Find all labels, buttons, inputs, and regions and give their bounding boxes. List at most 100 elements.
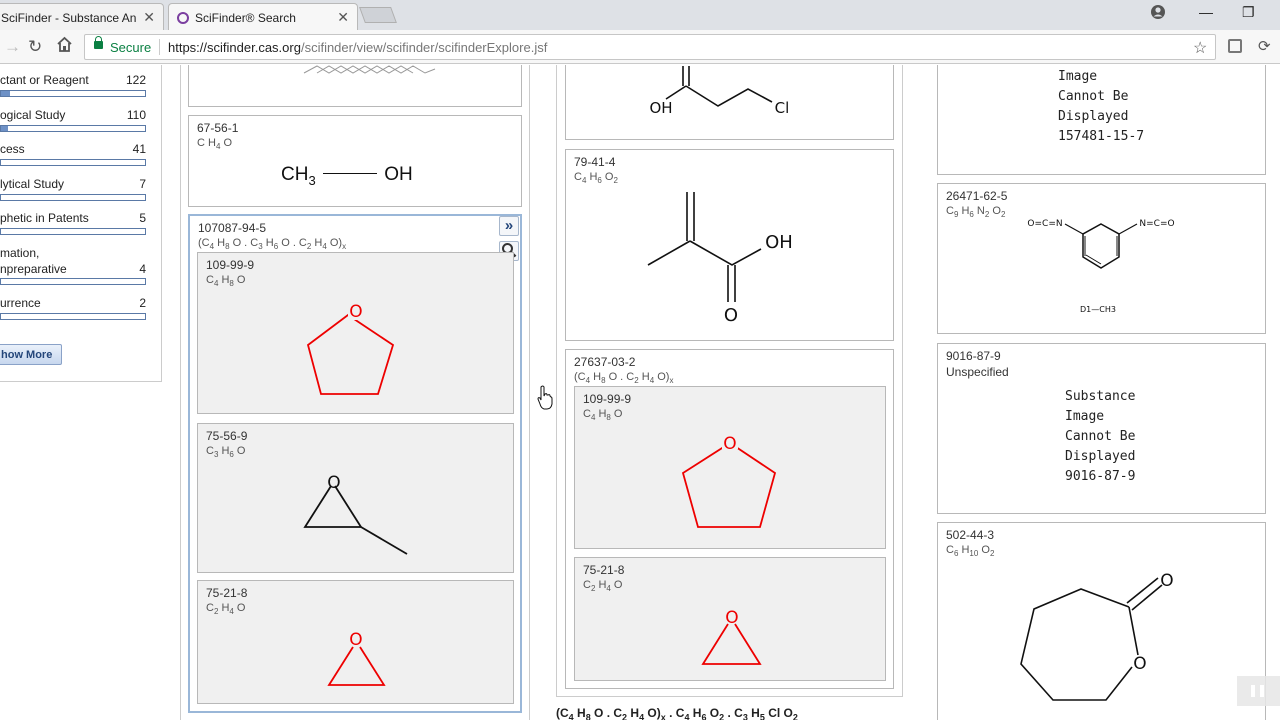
ethylene-oxide-structure: O: [327, 630, 386, 686]
composition-formula: (C4 H8 O . C2 H4 O)x . C4 H6 O2 . C3 H5 …: [556, 706, 798, 720]
atom-label: D1—CH3: [1080, 305, 1116, 314]
atom-label: OH: [649, 99, 672, 117]
facet-bar: [0, 159, 146, 166]
facet-count: 2: [139, 296, 146, 310]
facet-bar: [0, 194, 146, 201]
substance-card[interactable]: [188, 65, 522, 107]
atom-label: O: [1160, 571, 1173, 591]
facet-count: 41: [132, 142, 146, 156]
ethylene-oxide-structure: O: [701, 608, 762, 665]
url-host: https://scifinder.cas.org: [168, 40, 301, 55]
propylene-oxide-structure: O: [303, 473, 408, 555]
cas-number[interactable]: 9016-87-9: [946, 349, 1001, 363]
chloropropanoic-acid-structure: OH Cl: [649, 66, 790, 117]
tab-scifinder-search[interactable]: SciFinder® Search ✕: [168, 3, 358, 30]
substance-card-methacrylic-acid[interactable]: 79-41-4 C4 H6 O2 OH O: [565, 149, 894, 341]
close-tab-icon[interactable]: ✕: [143, 9, 155, 26]
home-icon[interactable]: [56, 36, 73, 58]
facet-item[interactable]: urrence 2: [0, 296, 148, 326]
tab-scifinder-substance[interactable]: SciFinder - Substance An ✕: [0, 3, 164, 30]
atom-label: O: [724, 305, 738, 326]
address-bar[interactable]: Secure https://scifinder.cas.org/scifind…: [84, 34, 1216, 60]
atom-label: OH: [765, 232, 793, 253]
facet-bar: [0, 278, 146, 285]
facet-label: ogical Study: [0, 108, 66, 122]
thf-structure: O: [681, 431, 777, 528]
facet-count: 4: [139, 262, 146, 276]
atom-label: N=C=O: [1139, 219, 1174, 229]
molecular-formula: (C4 H8 O . C2 H4 O)x: [574, 371, 674, 386]
facet-bar: [0, 228, 146, 235]
caprolactone-structure: O O: [1020, 571, 1174, 701]
extension-icon[interactable]: [1228, 39, 1242, 53]
bookmark-star-icon[interactable]: ☆: [1193, 38, 1207, 58]
svg-text:O: O: [327, 473, 340, 493]
tab-label: SciFinder - Substance An: [1, 11, 137, 25]
atom-label: O: [1133, 654, 1146, 674]
analysis-facet-panel: ctant or Reagent 122 ogical Study 110 ce…: [0, 65, 162, 382]
thf-structure: O: [306, 302, 395, 395]
cas-number[interactable]: 27637-03-2: [574, 355, 635, 369]
component-card[interactable]: 109-99-9 C4 H8 O O: [574, 386, 886, 549]
new-tab-button[interactable]: [359, 7, 397, 23]
component-card[interactable]: 75-56-9 C3 H6 O O: [197, 423, 514, 573]
facet-bar: [0, 90, 146, 97]
hand-cursor-icon: [537, 385, 553, 410]
svg-text:O: O: [349, 630, 362, 650]
lock-icon: [94, 36, 103, 49]
browser-tab-bar: SciFinder - Substance An ✕ SciFinder® Se…: [0, 0, 1280, 30]
substance-card-copolymer[interactable]: 107087-94-5 (C4 H8 O . C3 H6 O . C2 H4 O…: [188, 214, 522, 713]
browser-toolbar: → ↻ Secure https://scifinder.cas.org/sci…: [0, 30, 1280, 64]
substance-card-caprolactone[interactable]: 502-44-3 C6 H10 O2 O O: [937, 522, 1266, 720]
facet-count: 5: [139, 211, 146, 225]
substance-card[interactable]: OH Cl: [565, 65, 894, 140]
svg-text:O: O: [723, 434, 736, 454]
facet-label: cess: [0, 142, 25, 156]
divider: [159, 39, 160, 55]
cas-number[interactable]: 107087-94-5: [198, 221, 266, 235]
close-tab-icon[interactable]: ✕: [337, 9, 349, 26]
profile-icon[interactable]: [1150, 4, 1166, 23]
facet-item[interactable]: ctant or Reagent 122: [0, 73, 148, 103]
facet-item[interactable]: ogical Study 110: [0, 108, 148, 138]
reload-icon[interactable]: ↻: [28, 37, 42, 57]
atom-label: O=C=N: [1027, 219, 1062, 229]
url-text[interactable]: https://scifinder.cas.org/scifinder/view…: [168, 40, 547, 55]
component-card[interactable]: 75-21-8 C2 H4 O O: [574, 557, 886, 681]
facet-label: mation,: [0, 246, 40, 260]
facet-label: urrence: [0, 296, 41, 310]
substance-card-no-image[interactable]: Image Cannot Be Displayed 157481-15-7: [937, 65, 1266, 175]
structure-image: [303, 65, 436, 74]
component-card[interactable]: 75-21-8 C2 H4 O O: [197, 580, 514, 704]
atom-subscript: 3: [308, 172, 316, 188]
substance-card-methanol[interactable]: 67-56-1 C H4 O CH3 OH: [188, 115, 522, 207]
pause-icon[interactable]: [1237, 676, 1280, 706]
substance-card-copolymer-2[interactable]: 27637-03-2 (C4 H8 O . C2 H4 O)x 109-99-9…: [565, 349, 894, 689]
secure-label: Secure: [110, 40, 152, 55]
component-card[interactable]: 109-99-9 C4 H8 O O: [197, 252, 514, 414]
facet-item[interactable]: lytical Study 7: [0, 177, 148, 207]
facet-item[interactable]: cess 41: [0, 142, 148, 172]
facet-count: 7: [139, 177, 146, 191]
facet-label: phetic in Patents: [0, 211, 89, 225]
atom-label: Cl: [775, 99, 790, 117]
cas-number[interactable]: 67-56-1: [197, 121, 238, 135]
atom-label: CH: [281, 164, 309, 185]
facet-item[interactable]: mation, npreparative 4: [0, 246, 148, 288]
molecular-formula: C H4 O: [197, 137, 233, 152]
minimize-icon[interactable]: —: [1199, 4, 1213, 20]
facet-label: ctant or Reagent: [0, 73, 89, 87]
show-more-button[interactable]: how More: [0, 344, 62, 365]
expand-icon[interactable]: »: [499, 216, 519, 236]
substance-card-diisocyanate[interactable]: 26471-62-5 C9 H6 N2 O2 O=C=N N=C=O D1—CH…: [937, 183, 1266, 334]
molecular-formula: (C4 H8 O . C3 H6 O . C2 H4 O)x: [198, 237, 347, 252]
substance-card-unspecified[interactable]: 9016-87-9 Unspecified Substance Image Ca…: [937, 343, 1266, 514]
sync-icon[interactable]: ⟳: [1258, 37, 1271, 55]
atom-label: OH: [384, 164, 413, 185]
svg-text:O: O: [725, 608, 738, 628]
image-unavailable-text: Substance Image Cannot Be Displayed 9016…: [1065, 389, 1136, 484]
svg-text:O: O: [349, 302, 362, 322]
forward-icon[interactable]: →: [4, 37, 21, 57]
facet-item[interactable]: phetic in Patents 5: [0, 211, 148, 241]
restore-icon[interactable]: ❐: [1242, 4, 1255, 21]
